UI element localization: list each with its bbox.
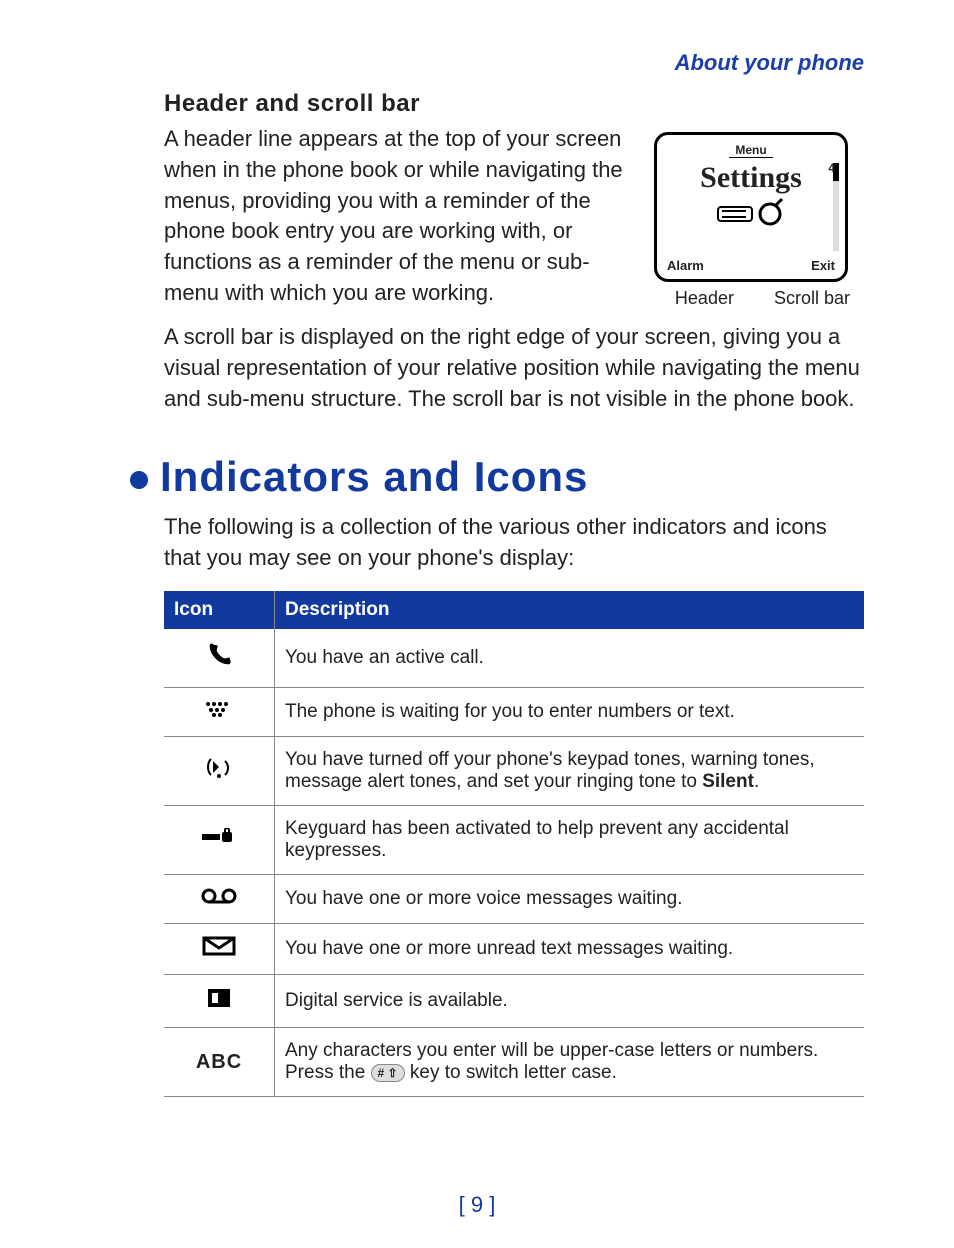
caption-scrollbar: Scroll bar [774, 288, 850, 309]
phone-screen-figure: Menu Settings 4 Alarm [654, 132, 864, 309]
message-icon [164, 924, 275, 975]
cell-desc: Any characters you enter will be upper-c… [275, 1028, 865, 1097]
th-description: Description [275, 591, 865, 629]
manual-page: About your phone Header and scroll bar A… [0, 0, 954, 1248]
para-indicators-intro: The following is a collection of the var… [164, 511, 864, 573]
section-heading-row: Indicators and Icons [90, 453, 864, 501]
digital-service-icon [164, 975, 275, 1028]
text-entry-icon [164, 688, 275, 737]
cell-desc: The phone is waiting for you to enter nu… [275, 688, 865, 737]
uppercase-abc-icon: ABC [164, 1028, 275, 1097]
th-icon: Icon [164, 591, 275, 629]
phone-screen-illustration: Menu Settings 4 Alarm [654, 132, 848, 282]
table-row: You have turned off your phone's keypad … [164, 737, 864, 806]
phone-menu-label: Menu [729, 143, 772, 158]
table-row: You have one or more unread text message… [164, 924, 864, 975]
cell-desc: You have one or more unread text message… [275, 924, 865, 975]
table-row: The phone is waiting for you to enter nu… [164, 688, 864, 737]
subheading-header-scrollbar: Header and scroll bar [164, 90, 864, 118]
header-scrollbar-block: A header line appears at the top of your… [164, 124, 864, 309]
cell-desc: Keyguard has been activated to help prev… [275, 806, 865, 875]
phone-scrollbar [833, 163, 839, 251]
bullet-icon [130, 471, 148, 489]
table-row: ABC Any characters you enter will be upp… [164, 1028, 864, 1097]
voicemail-icon [164, 875, 275, 924]
phone-page-indicator: 4 [828, 161, 835, 175]
caption-header: Header [675, 288, 734, 309]
cell-desc: You have an active call. [275, 629, 865, 688]
cell-desc: Digital service is available. [275, 975, 865, 1028]
cell-desc: You have turned off your phone's keypad … [275, 737, 865, 806]
active-call-icon [164, 629, 275, 688]
para-header-scrollbar-2: A scroll bar is displayed on the right e… [164, 321, 864, 415]
phone-settings-icon [665, 197, 837, 236]
keyguard-icon [164, 806, 275, 875]
hash-key-icon: # ⇧ [371, 1064, 405, 1082]
page-number: [ 9 ] [0, 1192, 954, 1218]
cell-desc: You have one or more voice messages wait… [275, 875, 865, 924]
silent-bold: Silent [702, 771, 754, 792]
section-label: About your phone [90, 50, 864, 76]
phone-left-softkey: Alarm [667, 258, 704, 273]
silent-icon [164, 737, 275, 806]
phone-right-softkey: Exit [811, 258, 835, 273]
icon-description-table: Icon Description You have an active call… [164, 591, 864, 1097]
table-row: Digital service is available. [164, 975, 864, 1028]
table-row: You have an active call. [164, 629, 864, 688]
figure-captions: Header Scroll bar [654, 288, 864, 309]
section-heading-indicators: Indicators and Icons [160, 453, 588, 501]
table-header-row: Icon Description [164, 591, 864, 629]
phone-screen-title: Settings [665, 161, 837, 195]
para-header-scrollbar-1: A header line appears at the top of your… [164, 124, 636, 309]
table-row: You have one or more voice messages wait… [164, 875, 864, 924]
table-row: Keyguard has been activated to help prev… [164, 806, 864, 875]
